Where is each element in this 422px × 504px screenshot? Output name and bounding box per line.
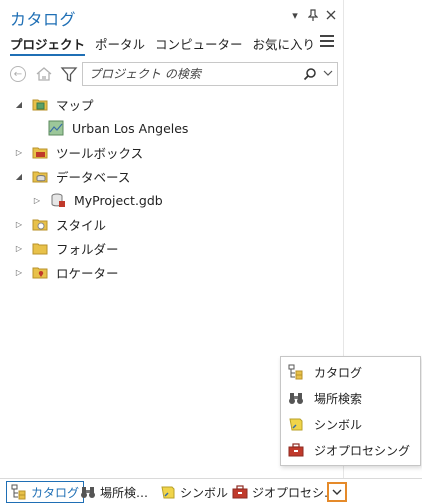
popup-item-locate[interactable]: 場所検索 [288,387,362,409]
symbol-icon [289,418,303,431]
chevron-down-icon[interactable] [323,68,335,80]
tree-item-databases[interactable]: ◢ データベース [14,164,130,188]
popup-item-label: シンボル [314,417,363,432]
popup-item-label: カタログ [314,365,363,380]
bottom-tab-label: カタログ [31,485,80,500]
bottom-tab-catalog[interactable]: カタログ [6,481,85,503]
locator-folder-icon [32,267,48,279]
map-folder-icon [32,99,48,111]
tab-project[interactable]: プロジェクト [10,32,86,56]
tree-item-styles[interactable]: ▷ スタイル [14,212,106,236]
bottom-tab-strip: カタログ 場所検… シンボル ジオプロセシ… [0,478,422,504]
tree-item-gdb[interactable]: ▷ MyProject.gdb [32,188,163,212]
back-icon[interactable]: ← [10,66,26,82]
tab-overflow-chevron-down-icon[interactable] [327,482,347,502]
collapsed-arrow-icon[interactable]: ▷ [14,244,24,253]
close-icon[interactable] [324,8,338,22]
collapsed-arrow-icon[interactable]: ▷ [14,268,24,277]
popup-item-label: 場所検索 [314,391,363,406]
tab-portal[interactable]: ポータル [95,32,145,56]
catalog-icon [288,364,303,380]
database-folder-icon [32,171,48,183]
tree-item-locators[interactable]: ▷ ロケーター [14,260,119,284]
search-input[interactable] [89,65,294,83]
bottom-tab-geoprocessing[interactable]: ジオプロセシ… [232,481,336,503]
popup-item-catalog[interactable]: カタログ [288,361,362,383]
binoculars-icon [289,393,303,404]
bottom-tab-label: シンボル [180,485,229,500]
tab-computer[interactable]: コンピューター [155,32,243,56]
map-icon [48,120,64,136]
collapsed-arrow-icon[interactable]: ▷ [14,220,24,229]
toolbox-icon [232,485,248,499]
toolbox-icon [288,443,304,457]
collapsed-arrow-icon[interactable]: ▷ [32,196,42,205]
expanded-arrow-icon[interactable]: ◢ [14,172,24,181]
pane-title-bar: カタログ ▾ [0,0,344,32]
geodatabase-icon [51,193,65,207]
binoculars-icon [81,487,95,498]
tree-item-toolboxes[interactable]: ▷ ツールボックス [14,140,143,164]
options-dropdown-icon[interactable]: ▾ [288,8,302,22]
tree-item-label: マップ [56,97,94,113]
expanded-arrow-icon[interactable]: ◢ [14,100,24,109]
toolbox-folder-icon [32,147,48,159]
style-folder-icon [32,219,48,231]
popup-item-geoprocessing[interactable]: ジオプロセシング [288,439,410,461]
tree-item-folders[interactable]: ▷ フォルダー [14,236,119,260]
search-box [82,62,338,86]
catalog-tabs: プロジェクト ポータル コンピューター お気に入り [10,32,325,56]
popup-item-label: ジオプロセシング [314,443,411,458]
catalog-icon [11,484,26,500]
tree-item-label: データベース [56,169,131,185]
tree-item-maps[interactable]: ◢ マップ [14,92,94,116]
tab-favorites[interactable]: お気に入り [253,32,316,56]
search-icon[interactable] [303,67,317,81]
bottom-tab-label: 場所検… [100,485,149,500]
folder-icon [32,243,48,255]
overflow-popup-menu: カタログ 場所検索 シンボル ジオプロセシング [280,356,421,466]
search-row: ← [8,62,338,86]
tree-item-label: スタイル [56,217,107,233]
collapsed-arrow-icon[interactable]: ▷ [14,148,24,157]
popup-item-symbology[interactable]: シンボル [288,413,362,435]
tree-item-label: Urban Los Angeles [72,120,189,136]
tree-item-label: MyProject.gdb [74,192,163,208]
home-icon[interactable] [35,65,53,83]
tree-item-label: フォルダー [56,241,119,257]
bottom-tab-label: ジオプロセシ… [252,485,337,500]
pane-title: カタログ [10,10,77,29]
bottom-tab-symbology[interactable]: シンボル [160,481,228,503]
filter-icon[interactable] [60,65,78,83]
pin-icon[interactable] [306,8,320,22]
hamburger-menu-icon[interactable] [320,35,334,49]
symbol-icon [161,486,175,499]
bottom-tab-locate[interactable]: 場所検… [80,481,148,503]
tree-item-map[interactable]: Urban Los Angeles [48,116,188,140]
tree-item-label: ツールボックス [56,145,144,161]
tree-item-label: ロケーター [56,265,119,281]
